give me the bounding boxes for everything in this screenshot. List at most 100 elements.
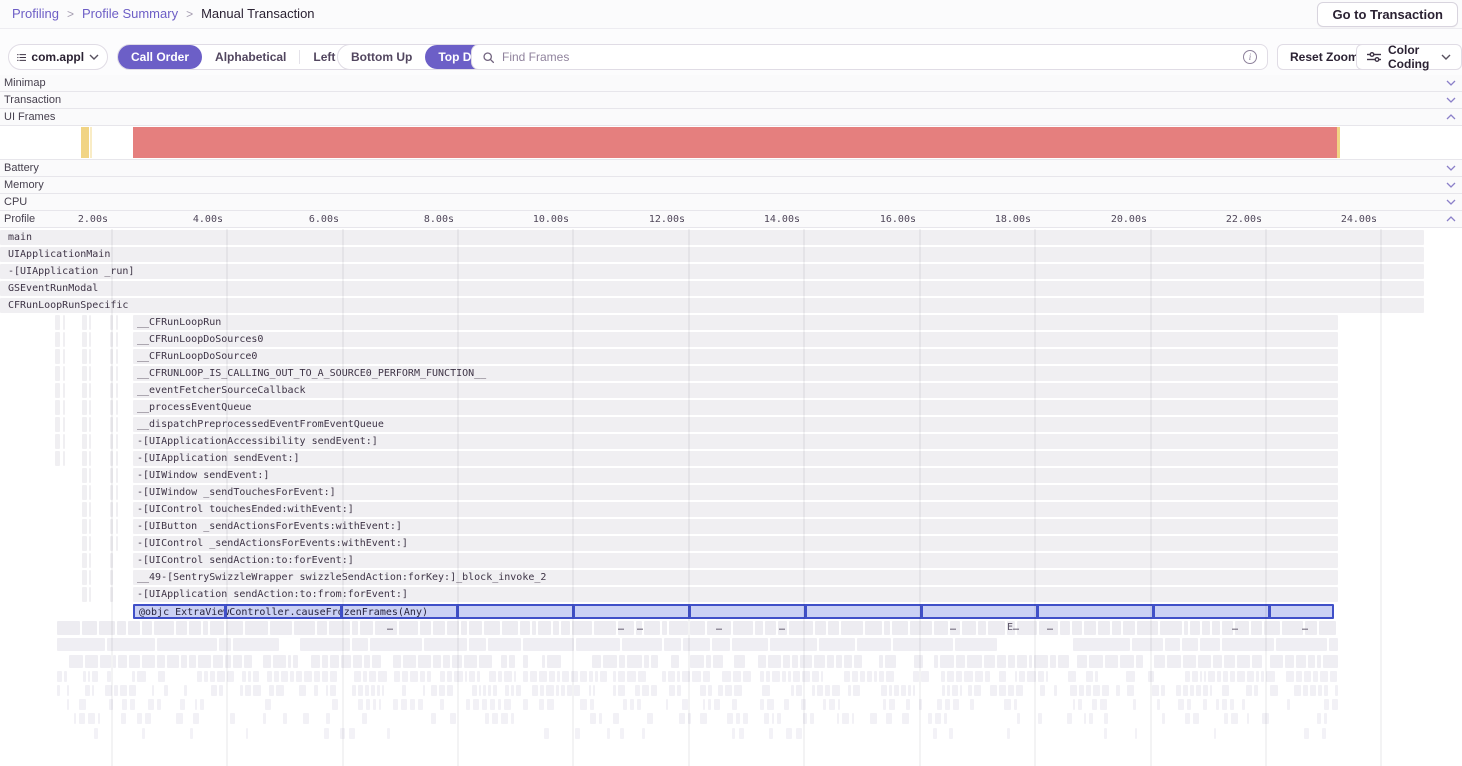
flame-bar[interactable] — [504, 671, 512, 682]
flame-bar[interactable] — [63, 417, 65, 432]
flame-bar[interactable] — [575, 728, 580, 739]
flame-bar[interactable] — [600, 671, 607, 682]
flame-bar[interactable] — [360, 621, 373, 635]
flame-bar[interactable] — [1104, 728, 1107, 739]
flame-bar[interactable] — [85, 655, 98, 668]
flame-bar[interactable] — [1237, 655, 1250, 668]
chevron-down-icon[interactable] — [1446, 165, 1456, 171]
flame-bar[interactable] — [245, 685, 251, 696]
flame-bar[interactable] — [743, 713, 748, 724]
flame-bar[interactable] — [784, 699, 789, 710]
flame-bar[interactable] — [1224, 655, 1235, 668]
flame-bar[interactable] — [627, 655, 642, 668]
flame-bar[interactable] — [827, 655, 834, 668]
flame-bar[interactable] — [523, 655, 528, 668]
flame-bar[interactable] — [89, 536, 91, 551]
flame-bar[interactable] — [1183, 685, 1188, 696]
flame-bar[interactable] — [952, 685, 958, 696]
flame-bar[interactable] — [1167, 655, 1181, 668]
flame-bar[interactable] — [812, 671, 819, 682]
flame-bar[interactable] — [546, 685, 554, 696]
flame-bar[interactable] — [713, 655, 723, 668]
flame-bar[interactable] — [823, 699, 826, 710]
flame-bar[interactable] — [547, 655, 561, 668]
flame-bar[interactable] — [874, 671, 877, 682]
flame-bar[interactable] — [204, 671, 208, 682]
flame-bar[interactable] — [1157, 699, 1160, 710]
flame-bar[interactable] — [483, 685, 486, 696]
flame-bar[interactable] — [501, 655, 507, 668]
flame-bar[interactable] — [974, 685, 981, 696]
flame-bar[interactable] — [999, 685, 1006, 696]
flame-bar[interactable] — [55, 383, 60, 398]
flame-bar[interactable] — [934, 621, 948, 635]
flame-bar[interactable] — [836, 655, 842, 668]
flame-bar[interactable] — [433, 655, 441, 668]
flame-bar[interactable] — [962, 621, 976, 635]
flame-bar[interactable] — [796, 685, 802, 696]
flame-bar[interactable] — [492, 713, 498, 724]
flame-bar[interactable] — [105, 685, 112, 696]
flame-bar[interactable] — [55, 400, 60, 415]
flame-bar[interactable] — [879, 655, 883, 668]
flame-bar[interactable] — [732, 728, 735, 739]
flame-bar[interactable] — [638, 671, 646, 682]
flame-bar[interactable] — [89, 332, 91, 347]
flame-bar[interactable] — [1196, 685, 1201, 696]
flame-bar[interactable] — [498, 671, 502, 682]
flame-bar[interactable] — [949, 728, 953, 739]
flame-bar[interactable] — [1116, 685, 1120, 696]
flame-bar[interactable] — [829, 699, 835, 710]
flame-bar[interactable]: __CFRunLoopDoSources0 — [133, 332, 1338, 347]
flame-bar[interactable] — [375, 621, 397, 635]
flame-bar[interactable] — [354, 671, 361, 682]
flame-bar[interactable] — [226, 621, 243, 635]
flame-bar[interactable] — [269, 685, 274, 696]
flame-bar[interactable] — [57, 685, 60, 696]
flame-bar[interactable] — [975, 671, 983, 682]
flame-bar[interactable] — [418, 655, 431, 668]
flame-bar[interactable]: -[UIApplication sendEvent:] — [133, 451, 1338, 466]
flame-bar[interactable]: -[UIApplicationAccessibility sendEvent:] — [133, 434, 1338, 449]
flame-bar[interactable] — [1270, 655, 1283, 668]
flame-bar[interactable] — [913, 685, 915, 696]
flame-bar[interactable] — [89, 502, 91, 517]
flame-bar[interactable] — [393, 655, 401, 668]
flame-bar[interactable] — [988, 621, 1005, 635]
flame-bar[interactable] — [184, 685, 187, 696]
flame-bar[interactable] — [1008, 655, 1015, 668]
flame-bar[interactable] — [1285, 655, 1294, 668]
chevron-up-icon[interactable] — [1446, 216, 1456, 222]
flame-bar[interactable] — [1068, 671, 1076, 682]
flame-bar[interactable] — [618, 671, 625, 682]
flame-bar[interactable] — [708, 685, 712, 696]
sort-alphabetical-button[interactable]: Alphabetical — [202, 45, 299, 69]
flame-bar[interactable] — [802, 671, 810, 682]
flame-bar[interactable] — [300, 638, 350, 651]
flame-bar[interactable] — [853, 685, 860, 696]
flame-bar[interactable] — [766, 671, 770, 682]
flame-bar[interactable] — [1224, 713, 1228, 724]
flame-bar[interactable] — [758, 655, 766, 668]
flame-bar[interactable] — [955, 638, 997, 651]
flame-bar[interactable] — [906, 699, 910, 710]
flame-bar[interactable] — [725, 685, 732, 696]
flame-bar[interactable] — [466, 699, 470, 710]
flame-bar[interactable] — [837, 713, 839, 724]
flame-bar[interactable] — [1184, 621, 1188, 635]
flame-bar[interactable] — [362, 713, 367, 724]
flame-bar[interactable] — [1190, 685, 1194, 696]
flame-bar[interactable] — [55, 417, 60, 432]
flame-bar[interactable] — [479, 685, 481, 696]
flame-bar[interactable] — [1317, 655, 1321, 668]
flame-bar[interactable] — [82, 383, 87, 398]
flame-bar[interactable] — [82, 332, 87, 347]
flame-bar[interactable]: GSEventRunModal — [0, 281, 1424, 296]
flame-bar[interactable] — [796, 728, 802, 739]
go-to-transaction-button[interactable]: Go to Transaction — [1317, 2, 1458, 27]
flame-bar[interactable] — [786, 728, 792, 739]
flame-bar[interactable] — [82, 621, 97, 635]
flame-bar[interactable] — [482, 699, 487, 710]
chevron-down-icon[interactable] — [1446, 199, 1456, 205]
flame-bar[interactable] — [1217, 671, 1221, 682]
